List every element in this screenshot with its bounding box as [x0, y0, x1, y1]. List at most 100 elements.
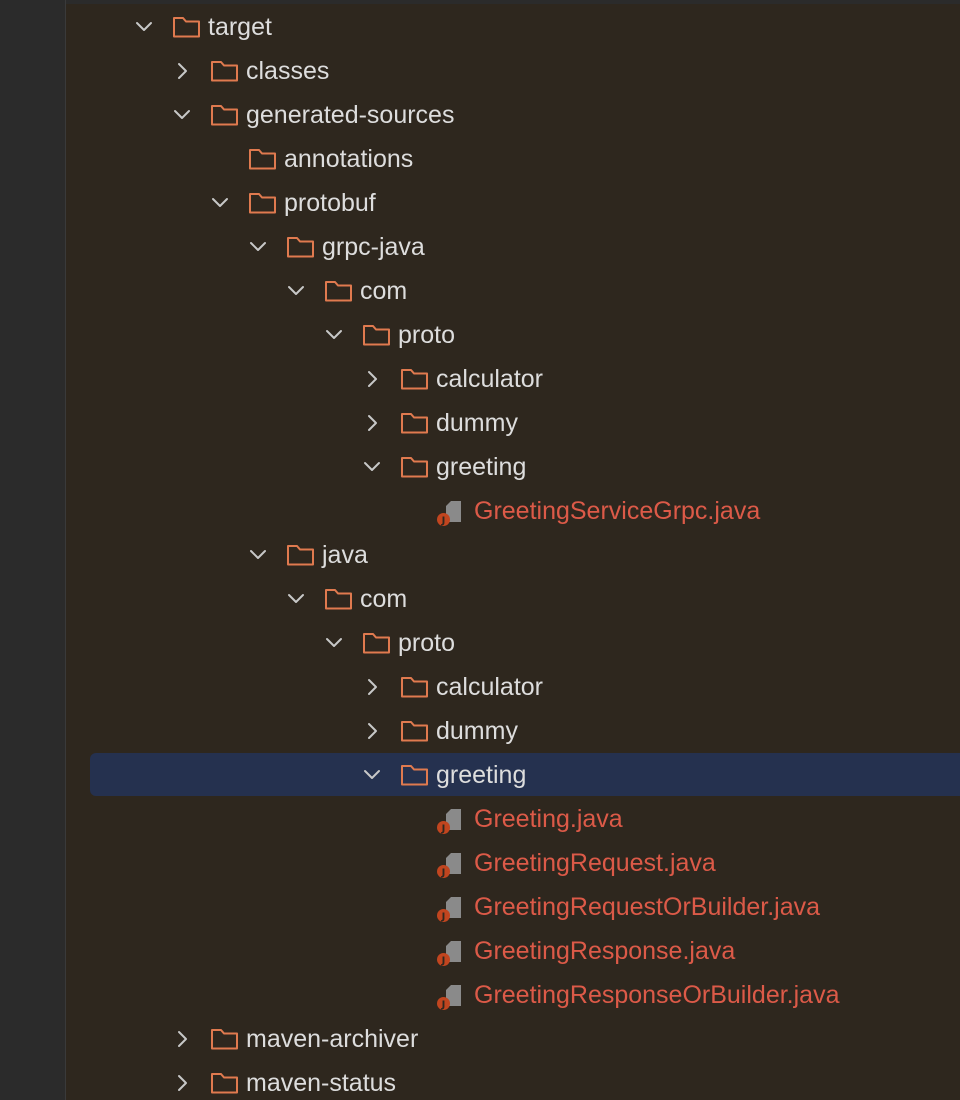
- tree-node-label: com: [360, 585, 408, 613]
- java-file-icon: J: [437, 941, 461, 967]
- tree-node-java[interactable]: java: [0, 533, 960, 577]
- java-file-icon: J: [437, 897, 461, 923]
- chevron-down-icon[interactable]: [286, 281, 306, 301]
- tree-node-label: dummy: [436, 409, 518, 437]
- folder-icon: [325, 281, 352, 302]
- tree-node-label: dummy: [436, 717, 518, 745]
- tree-node-java-com[interactable]: com: [0, 577, 960, 621]
- tree-node-java-calculator[interactable]: calculator: [0, 665, 960, 709]
- folder-icon: [287, 545, 314, 566]
- tree-node-grpc-dummy[interactable]: dummy: [0, 401, 960, 445]
- tree-node-label: greeting: [436, 761, 527, 789]
- tree-node-classes[interactable]: classes: [0, 49, 960, 93]
- tree-node-label: proto: [398, 629, 455, 657]
- folder-icon: [401, 721, 428, 742]
- chevron-right-icon[interactable]: [362, 677, 382, 697]
- tree-node-label: annotations: [284, 145, 414, 173]
- tree-node-grpc-java[interactable]: grpc-java: [0, 225, 960, 269]
- chevron-down-icon[interactable]: [324, 633, 344, 653]
- folder-icon: [363, 325, 390, 346]
- chevron-right-icon[interactable]: [172, 1073, 192, 1093]
- tree-node-label: com: [360, 277, 408, 305]
- tree-node-java-proto[interactable]: proto: [0, 621, 960, 665]
- tree-node-grpc-calculator[interactable]: calculator: [0, 357, 960, 401]
- chevron-right-icon[interactable]: [362, 413, 382, 433]
- chevron-right-icon[interactable]: [362, 721, 382, 741]
- svg-text:J: J: [441, 912, 446, 923]
- svg-text:J: J: [441, 868, 446, 879]
- svg-text:J: J: [441, 824, 446, 835]
- chevron-right-icon[interactable]: [362, 369, 382, 389]
- tree-node-target[interactable]: target: [0, 5, 960, 49]
- tree-node-label: GreetingRequest.java: [474, 849, 716, 877]
- tree-node-label: calculator: [436, 365, 543, 393]
- tree-node-label: target: [208, 13, 272, 41]
- tree-node-grpc-proto[interactable]: proto: [0, 313, 960, 357]
- tree-node-grpc-greeting[interactable]: greeting: [0, 445, 960, 489]
- chevron-down-icon[interactable]: [248, 237, 268, 257]
- chevron-down-icon[interactable]: [172, 105, 192, 125]
- tree-node-protobuf[interactable]: protobuf: [0, 181, 960, 225]
- tree-node-label: greeting: [436, 453, 527, 481]
- tree-node-label: Greeting.java: [474, 805, 623, 833]
- tree-node-java-dummy[interactable]: dummy: [0, 709, 960, 753]
- java-file-icon: J: [437, 853, 461, 879]
- tree-node-annotations[interactable]: annotations: [0, 137, 960, 181]
- folder-icon: [287, 237, 314, 258]
- chevron-down-icon[interactable]: [210, 193, 230, 213]
- svg-text:J: J: [441, 1000, 446, 1011]
- folder-icon: [211, 1029, 238, 1050]
- chevron-right-icon[interactable]: [172, 1029, 192, 1049]
- tree-file-greeting-response[interactable]: J GreetingResponse.java: [0, 929, 960, 973]
- chevron-down-icon[interactable]: [134, 17, 154, 37]
- tree-file-greeting-response-or-builder[interactable]: J GreetingResponseOrBuilder.java: [0, 973, 960, 1017]
- chevron-right-icon[interactable]: [172, 61, 192, 81]
- java-file-icon: J: [437, 501, 461, 527]
- chevron-down-icon[interactable]: [362, 765, 382, 785]
- tree-file-greeting-request-or-builder[interactable]: J GreetingRequestOrBuilder.java: [0, 885, 960, 929]
- tree-node-label: GreetingServiceGrpc.java: [474, 497, 761, 525]
- java-file-icon: J: [437, 985, 461, 1011]
- tree-node-label: maven-archiver: [246, 1025, 419, 1053]
- tree-node-generated-sources[interactable]: generated-sources: [0, 93, 960, 137]
- folder-icon: [363, 633, 390, 654]
- tree-node-label: classes: [246, 57, 330, 85]
- tree-file-greeting[interactable]: J Greeting.java: [0, 797, 960, 841]
- folder-icon: [249, 193, 276, 214]
- tree-node-label: GreetingResponse.java: [474, 937, 736, 965]
- folder-icon: [211, 105, 238, 126]
- tree-node-label: GreetingResponseOrBuilder.java: [474, 981, 840, 1009]
- folder-icon: [401, 677, 428, 698]
- chevron-down-icon[interactable]: [362, 457, 382, 477]
- svg-text:J: J: [441, 516, 446, 527]
- tree-node-maven-status[interactable]: maven-status: [0, 1061, 960, 1100]
- folder-icon: [249, 149, 276, 170]
- java-file-icon: J: [437, 809, 461, 835]
- tree-file-greeting-service-grpc[interactable]: J GreetingServiceGrpc.java: [0, 489, 960, 533]
- tree-node-grpc-com[interactable]: com: [0, 269, 960, 313]
- tree-node-label: generated-sources: [246, 101, 455, 129]
- folder-icon: [173, 17, 200, 38]
- tree-file-greeting-request[interactable]: J GreetingRequest.java: [0, 841, 960, 885]
- tree-node-label: calculator: [436, 673, 543, 701]
- folder-icon: [211, 1073, 238, 1094]
- svg-text:J: J: [441, 956, 446, 967]
- folder-icon: [401, 369, 428, 390]
- chevron-down-icon[interactable]: [248, 545, 268, 565]
- folder-icon: [401, 457, 428, 478]
- tree-node-label: protobuf: [284, 189, 376, 217]
- chevron-down-icon[interactable]: [324, 325, 344, 345]
- tree-node-label: grpc-java: [322, 233, 425, 261]
- tree-node-maven-archiver[interactable]: maven-archiver: [0, 1017, 960, 1061]
- tree-node-label: proto: [398, 321, 455, 349]
- folder-icon: [325, 589, 352, 610]
- tree-node-label: GreetingRequestOrBuilder.java: [474, 893, 821, 921]
- chevron-down-icon[interactable]: [286, 589, 306, 609]
- tree-node-label: java: [322, 541, 368, 569]
- tree-node-label: maven-status: [246, 1069, 397, 1097]
- folder-icon: [211, 61, 238, 82]
- folder-icon: [401, 765, 428, 786]
- tree-node-java-greeting-selected[interactable]: greeting: [0, 753, 960, 797]
- project-tree: target classes generated-sources annotat…: [0, 0, 960, 1100]
- folder-icon: [401, 413, 428, 434]
